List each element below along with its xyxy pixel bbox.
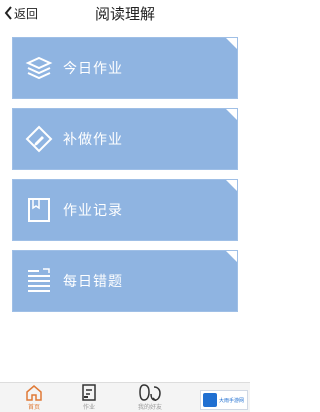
- homework-icon: [80, 384, 98, 401]
- corner-triangle-icon: [226, 109, 237, 120]
- card-makeup-homework[interactable]: 补做作业: [12, 108, 238, 170]
- corner-triangle-icon: [226, 38, 237, 49]
- card-label: 每日错题: [63, 274, 123, 290]
- book-icon: [25, 196, 53, 224]
- card-daily-mistakes[interactable]: 每日错题: [12, 250, 238, 312]
- watermark-logo-icon: [203, 393, 217, 407]
- watermark-text: 大雨手游网: [219, 397, 245, 404]
- page-title: 阅读理解: [94, 5, 155, 23]
- list-doc-icon: [25, 267, 53, 295]
- friends-icon: [139, 384, 161, 401]
- pen-diamond-icon: [25, 125, 53, 153]
- card-label: 作业记录: [63, 203, 123, 219]
- corner-triangle-icon: [226, 180, 237, 191]
- tab-label: 首页: [27, 404, 40, 411]
- card-homework-record[interactable]: 作业记录: [12, 179, 238, 241]
- card-today-homework[interactable]: 今日作业: [12, 37, 238, 99]
- header: 返回 阅读理解: [0, 0, 250, 26]
- tab-homework[interactable]: 作业: [61, 384, 117, 412]
- watermark: 大雨手游网: [200, 390, 248, 410]
- tab-label: 我的好友: [137, 404, 162, 411]
- home-icon: [25, 384, 43, 401]
- card-label: 补做作业: [63, 132, 123, 148]
- corner-triangle-icon: [226, 251, 237, 262]
- layers-icon: [25, 54, 53, 82]
- card-label: 今日作业: [63, 61, 123, 77]
- tab-home[interactable]: 首页: [6, 384, 62, 412]
- tab-friends[interactable]: 我的好友: [122, 384, 178, 412]
- tab-label: 作业: [82, 404, 95, 411]
